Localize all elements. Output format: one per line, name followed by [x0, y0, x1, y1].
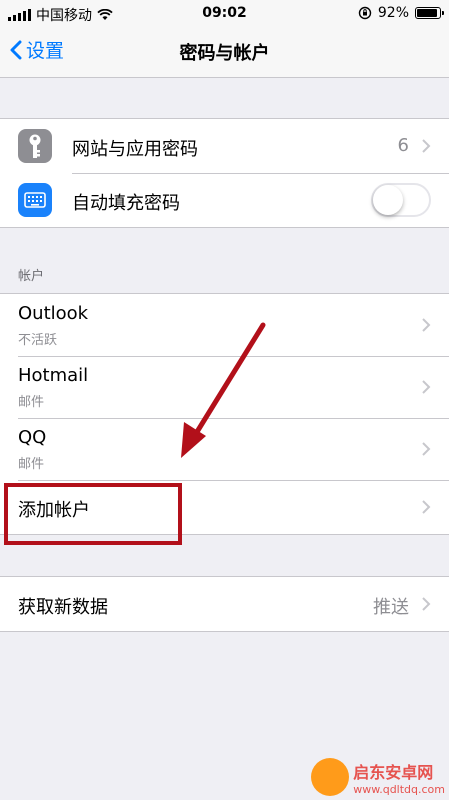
watermark-logo-icon: [311, 758, 350, 796]
watermark-url: www.qdltdq.com: [353, 782, 445, 796]
watermark-text: 启东安卓网 www.qdltdq.com: [353, 759, 445, 796]
annotation-highlight-box: [4, 483, 182, 545]
annotation-arrow: [181, 322, 266, 458]
watermark-name: 启东安卓网: [353, 762, 434, 782]
watermark: 启东安卓网 www.qdltdq.com: [311, 758, 445, 796]
